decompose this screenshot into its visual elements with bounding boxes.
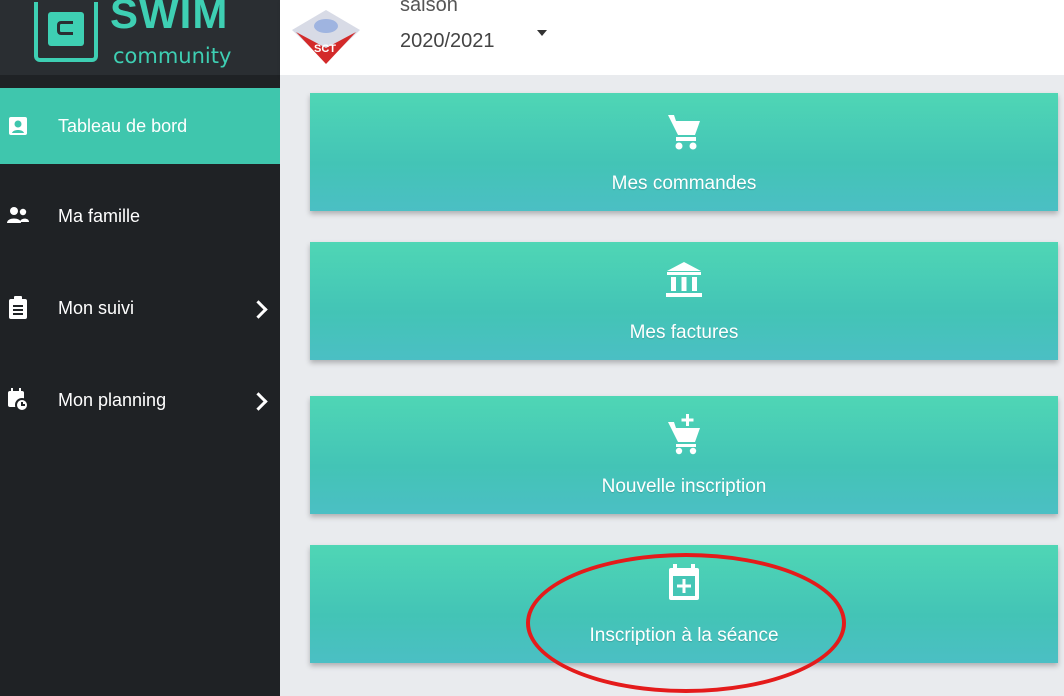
sidebar-item-mon-planning[interactable]: Mon planning (0, 362, 280, 438)
svg-text:SCT: SCT (314, 43, 336, 55)
sidebar-item-label: Mon suivi (58, 298, 135, 318)
caret-down-icon[interactable] (537, 30, 547, 36)
sidebar-item-label: Mon planning (58, 390, 167, 410)
season-label: saison (400, 0, 458, 16)
tile-label: Nouvelle inscription (601, 476, 767, 497)
tile-mes-factures[interactable]: Mes factures (310, 242, 1058, 360)
sidebar: SWIM community Tableau de bord Ma famill… (0, 0, 280, 696)
top-header: SCT saison 2020/2021 (280, 0, 1064, 75)
sidebar-item-tableau-de-bord[interactable]: Tableau de bord (0, 88, 280, 164)
club-logo[interactable]: SCT (286, 0, 366, 70)
tile-label: Mes factures (629, 322, 739, 343)
badge-icon (6, 114, 30, 138)
clipboard-icon (6, 296, 30, 320)
season-selector[interactable]: 2020/2021 (400, 30, 495, 53)
brand-logo[interactable]: SWIM community (0, 0, 280, 75)
sidebar-item-ma-famille[interactable]: Ma famille (0, 178, 280, 254)
chevron-right-icon (249, 392, 268, 411)
tile-mes-commandes[interactable]: Mes commandes (310, 93, 1058, 211)
sidebar-item-mon-suivi[interactable]: Mon suivi (0, 270, 280, 346)
tile-inscription-seance[interactable]: Inscription à la séance (310, 545, 1058, 663)
swim-logo-icon (34, 2, 98, 62)
calendar-clock-icon (6, 388, 30, 412)
cart-plus-icon (668, 414, 700, 455)
tile-label: Mes commandes (611, 173, 757, 194)
chevron-right-icon (249, 300, 268, 319)
brand-name: SWIM (110, 0, 229, 37)
cart-icon (668, 115, 700, 150)
sidebar-item-label: Ma famille (58, 206, 141, 226)
bank-icon (666, 262, 702, 297)
tile-label: Inscription à la séance (589, 625, 779, 646)
dashboard-main: Mes commandes Mes factures Nouvelle insc… (280, 75, 1064, 696)
tile-nouvelle-inscription[interactable]: Nouvelle inscription (310, 396, 1058, 514)
calendar-plus-icon (669, 564, 699, 600)
people-icon (6, 204, 30, 228)
sidebar-item-label: Tableau de bord (58, 116, 188, 136)
brand-tagline: community (113, 44, 232, 68)
